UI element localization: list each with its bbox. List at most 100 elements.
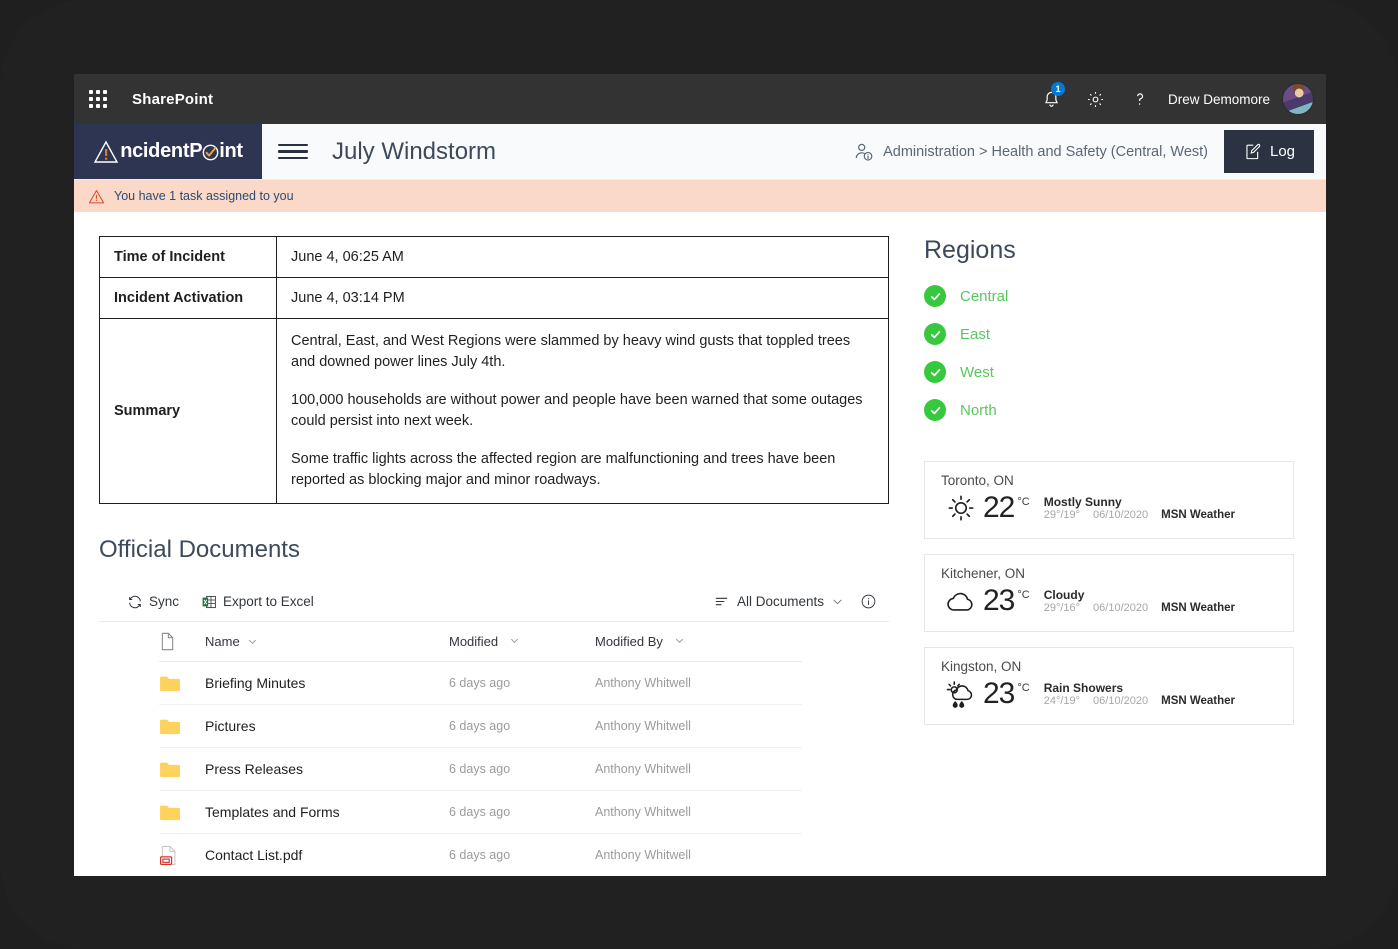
weather-meta: Cloudy 29°/16° 06/10/2020 MSN Weather [1044, 588, 1235, 614]
document-modified-by: Anthony Whitwell [595, 719, 691, 734]
region-label: Central [960, 287, 1009, 305]
hamburger-menu-icon[interactable] [262, 124, 324, 179]
documents-list: Name Modified Modified By Briefing Minut… [159, 622, 802, 876]
table-row[interactable]: Pictures 6 days ago Anthony Whitwell [159, 705, 802, 749]
table-row[interactable]: Contact List.pdf 6 days ago Anthony Whit… [159, 834, 802, 876]
document-modified: 6 days ago [449, 719, 511, 734]
weather-meta: Rain Showers 24°/19° 06/10/2020 MSN Weat… [1044, 681, 1235, 707]
weather-source: MSN Weather [1161, 602, 1236, 614]
list-view-icon [715, 597, 728, 606]
weather-card-kingston[interactable]: Kingston, ON 23 °C Rain Showers 24°/19° … [924, 647, 1294, 725]
log-button[interactable]: Log [1224, 130, 1314, 173]
regions-title: Regions [924, 236, 1016, 264]
column-header-file-type[interactable] [159, 632, 205, 651]
summary-paragraph: Central, East, and West Regions were sla… [291, 333, 851, 371]
sharepoint-brand[interactable]: SharePoint [132, 91, 213, 108]
incidentpoint-logo[interactable]: ncident P int [74, 124, 262, 179]
sync-label: Sync [149, 594, 180, 610]
sharepoint-suite-bar: SharePoint 1 Drew Demomore [74, 74, 1326, 124]
site-header: ncident P int July Windstorm Administrati… [74, 124, 1326, 180]
person-info-icon [855, 143, 873, 161]
gear-icon[interactable] [1074, 74, 1118, 124]
chevron-down-icon [509, 635, 520, 646]
column-header-modified[interactable]: Modified [449, 634, 595, 649]
alert-text[interactable]: You have 1 task assigned to you [114, 189, 294, 203]
region-item-north[interactable]: North [924, 391, 1294, 429]
task-alert-banner: You have 1 task assigned to you [74, 180, 1326, 212]
document-modified: 6 days ago [449, 805, 511, 820]
document-name: Pictures [205, 718, 256, 735]
table-row[interactable]: Briefing Minutes 6 days ago Anthony Whit… [159, 662, 802, 706]
weather-hi-lo: 24°/19° [1043, 695, 1081, 707]
row-label-time-of-incident: Time of Incident [99, 236, 277, 278]
summary-paragraph: Some traffic lights across the affected … [291, 451, 836, 489]
notifications-button[interactable]: 1 [1030, 74, 1074, 124]
chevron-down-icon [833, 599, 842, 605]
weather-temperature: 22 [983, 491, 1015, 524]
document-modified-by: Anthony Whitwell [595, 762, 691, 777]
weather-card-kitchener[interactable]: Kitchener, ON 23 °C Cloudy 29°/16° 06/10… [924, 554, 1294, 632]
column-header-modified-by[interactable]: Modified By [595, 634, 802, 649]
row-value-time-of-incident: June 4, 06:25 AM [276, 236, 889, 278]
weather-source: MSN Weather [1161, 509, 1236, 521]
document-name: Press Releases [205, 761, 304, 778]
weather-subrow: 29°/16° 06/10/2020 MSN Weather [1044, 602, 1235, 614]
folder-icon [159, 674, 205, 693]
weather-date: 06/10/2020 [1093, 602, 1149, 614]
row-label-incident-activation: Incident Activation [99, 277, 277, 319]
info-circle-icon[interactable] [850, 593, 885, 610]
right-column: Regions Central East West North Toronto,… [902, 236, 1326, 876]
sync-button[interactable]: Sync [127, 594, 189, 610]
documents-list-header: Name Modified Modified By [159, 622, 802, 663]
summary-paragraph: 100,000 households are without power and… [291, 392, 863, 430]
app-window: SharePoint 1 Drew Demomore ncident P int… [74, 74, 1326, 876]
row-value-summary: Central, East, and West Regions were sla… [276, 317, 889, 505]
document-modified: 6 days ago [449, 762, 511, 777]
documents-toolbar-right: All Documents [713, 593, 885, 610]
user-name[interactable]: Drew Demomore [1162, 92, 1282, 107]
folder-icon [159, 803, 205, 822]
region-item-west[interactable]: West [924, 353, 1294, 391]
breadcrumb[interactable]: Administration > Health and Safety (Cent… [853, 124, 1224, 179]
logo-wordmark: ncident P int [93, 139, 243, 165]
rain-shower-icon [941, 679, 981, 709]
region-item-central[interactable]: Central [924, 277, 1294, 315]
column-header-modified-label: Modified [449, 634, 499, 650]
view-selector-button[interactable]: All Documents [713, 593, 844, 610]
chevron-down-icon [247, 636, 258, 647]
region-label: North [960, 401, 997, 419]
column-header-name[interactable]: Name [205, 634, 449, 649]
table-row: Time of Incident June 4, 06:25 AM [99, 236, 889, 278]
table-row[interactable]: Templates and Forms 6 days ago Anthony W… [159, 791, 802, 835]
weather-subrow: 24°/19° 06/10/2020 MSN Weather [1044, 695, 1235, 707]
check-circle-icon [924, 285, 946, 307]
pdf-icon [159, 845, 205, 866]
incident-details-table: Time of Incident June 4, 06:25 AM Incide… [99, 236, 889, 505]
weather-meta: Mostly Sunny 29°/19° 06/10/2020 MSN Weat… [1044, 495, 1235, 521]
weather-hi-lo: 29°/19° [1043, 509, 1081, 521]
notification-badge: 1 [1050, 82, 1065, 96]
app-launcher-icon[interactable] [74, 74, 122, 124]
official-documents-title: Official Documents [99, 536, 300, 564]
weather-subrow: 29°/19° 06/10/2020 MSN Weather [1044, 509, 1235, 521]
region-item-east[interactable]: East [924, 315, 1294, 353]
sync-icon [129, 595, 141, 608]
table-row[interactable]: Press Releases 6 days ago Anthony Whitwe… [159, 748, 802, 792]
document-name: Contact List.pdf [205, 847, 303, 864]
weather-city: Toronto, ON [941, 473, 1014, 488]
weather-main: 22 °C Mostly Sunny 29°/19° 06/10/2020 MS… [941, 491, 1279, 525]
weather-card-toronto[interactable]: Toronto, ON 22 °C Mostly Sunny 29°/19° 0… [924, 461, 1294, 539]
question-mark-icon[interactable] [1118, 74, 1162, 124]
export-label: Export to Excel [223, 594, 314, 610]
sun-icon [941, 493, 981, 523]
check-circle-icon [924, 361, 946, 383]
logo-text-mid: P [189, 140, 203, 162]
suite-bar-actions: 1 Drew Demomore [1030, 74, 1326, 124]
column-header-name-label: Name [205, 634, 240, 650]
weather-hi-lo: 29°/16° [1043, 602, 1081, 614]
left-column: Time of Incident June 4, 06:25 AM Incide… [74, 236, 902, 876]
export-to-excel-button[interactable]: Export to Excel [201, 594, 324, 610]
avatar[interactable] [1282, 83, 1314, 115]
file-type-icon [161, 632, 174, 651]
weather-condition: Cloudy [1043, 588, 1085, 602]
